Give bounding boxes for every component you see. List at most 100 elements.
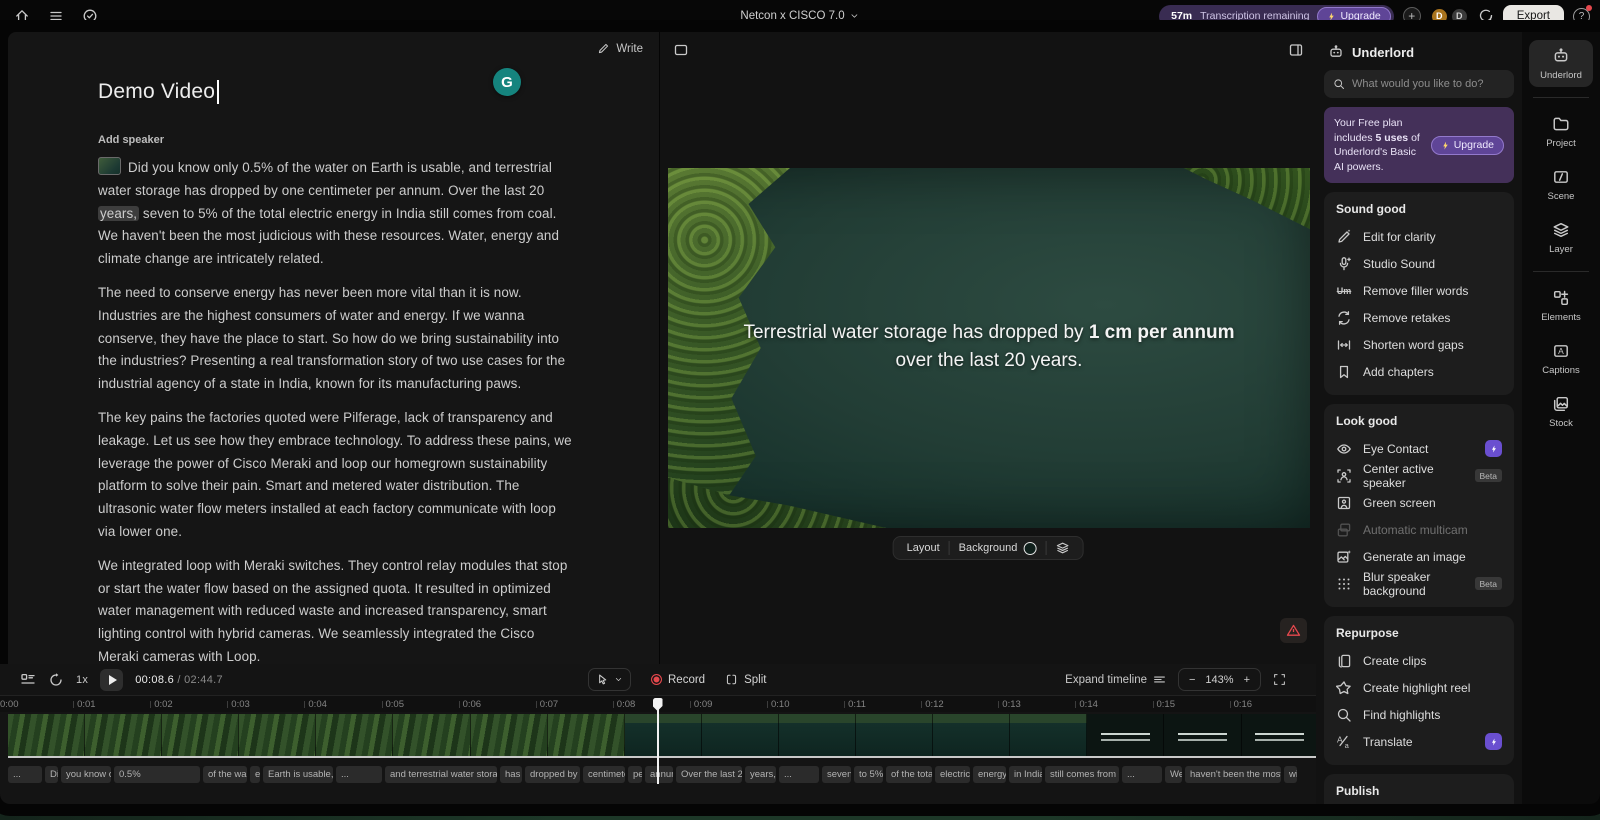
underlord-action-shorten-word-gaps[interactable]: Shorten word gaps <box>1336 331 1502 358</box>
avatar[interactable]: D <box>1429 6 1449 26</box>
word-chip[interactable]: and terrestrial water storage <box>385 766 497 783</box>
film-frame-forest[interactable] <box>8 714 86 756</box>
underlord-action-generate-an-image[interactable]: Generate an image <box>1336 543 1502 570</box>
word-chip[interactable]: energy <box>973 766 1006 783</box>
expand-timeline-button[interactable]: Expand timeline <box>1065 673 1166 686</box>
warning-button[interactable] <box>1280 618 1307 643</box>
timeline-tracks-icon[interactable] <box>20 672 36 688</box>
video-canvas[interactable]: Terrestrial water storage has dropped by… <box>668 168 1310 528</box>
zoom-in-button[interactable]: + <box>1244 674 1250 686</box>
word-chip[interactable]: Earth is usable, <box>263 766 333 783</box>
underlord-action-eye-contact[interactable]: Eye Contact <box>1336 435 1502 462</box>
word-chip[interactable]: years, <box>745 766 776 783</box>
rail-item-underlord[interactable]: Underlord <box>1529 40 1593 87</box>
word-chip[interactable]: ... <box>1122 766 1162 783</box>
underlord-search-input[interactable] <box>1352 78 1505 90</box>
word-chip[interactable]: you know o <box>61 766 111 783</box>
film-frame-forest[interactable] <box>393 714 471 756</box>
film-frame-water[interactable] <box>778 714 857 756</box>
composition-title[interactable]: Demo Video <box>98 80 572 104</box>
transcript-paragraph[interactable]: Did you know only 0.5% of the water on E… <box>98 157 572 271</box>
word-chip[interactable]: in India <box>1009 766 1042 783</box>
sync-status-icon[interactable] <box>82 8 98 24</box>
film-frame-water[interactable] <box>856 714 934 756</box>
underlord-action-add-chapters[interactable]: Add chapters <box>1336 358 1502 385</box>
playhead[interactable] <box>657 698 659 784</box>
underlord-action-translate[interactable]: Aa Translate <box>1336 728 1502 755</box>
write-button[interactable]: Write <box>597 42 643 55</box>
comments-icon[interactable] <box>1478 8 1494 24</box>
rail-item-elements[interactable]: Elements <box>1529 282 1593 329</box>
playback-speed[interactable]: 1x <box>76 674 88 686</box>
background-button[interactable]: Background <box>950 537 1046 559</box>
word-chip[interactable]: electric <box>935 766 970 783</box>
word-chip[interactable]: We <box>1165 766 1182 783</box>
collapse-panel-icon[interactable] <box>1288 42 1304 58</box>
fit-timeline-icon[interactable] <box>1273 673 1286 686</box>
add-speaker-label[interactable]: Add speaker <box>98 134 572 146</box>
film-frame-water[interactable] <box>624 714 702 756</box>
word-chip[interactable]: 0.5% <box>114 766 200 783</box>
rail-item-scene[interactable]: Scene <box>1529 161 1593 208</box>
underlord-action-remove-filler-words[interactable]: Um Remove filler words <box>1336 277 1502 304</box>
word-chip[interactable]: Di <box>45 766 58 783</box>
film-frame-forest[interactable] <box>162 714 240 756</box>
video-caption[interactable]: Terrestrial water storage has dropped by… <box>732 319 1246 375</box>
film-frame-forest[interactable] <box>239 714 317 756</box>
word-chip[interactable]: of the wa <box>203 766 247 783</box>
film-frame-forest[interactable] <box>470 714 548 756</box>
film-frame-forest[interactable] <box>316 714 394 756</box>
rail-item-captions[interactable]: A Captions <box>1529 335 1593 382</box>
film-frame-caption[interactable] <box>1087 714 1165 756</box>
underlord-action-find-highlights[interactable]: Find highlights <box>1336 701 1502 728</box>
invite-member-button[interactable]: + <box>1402 7 1421 25</box>
menu-icon[interactable] <box>48 8 64 24</box>
underlord-action-remove-retakes[interactable]: Remove retakes <box>1336 304 1502 331</box>
underlord-action-studio-sound[interactable]: Studio Sound <box>1336 250 1502 277</box>
word-chip[interactable]: wi <box>1284 766 1297 783</box>
rail-item-stock[interactable]: Stock <box>1529 388 1593 435</box>
play-button[interactable] <box>100 668 124 691</box>
underlord-action-center-active-speaker[interactable]: Center active speaker Beta <box>1336 462 1502 490</box>
word-chip[interactable]: dropped by o <box>525 766 580 783</box>
clip-thumbnail[interactable] <box>98 157 121 175</box>
word-chip[interactable]: e <box>250 766 260 783</box>
project-title-menu[interactable]: Netcon x CISCO 7.0 <box>740 10 859 22</box>
export-button[interactable]: Export <box>1502 5 1564 27</box>
word-chip[interactable]: ... <box>8 766 42 783</box>
record-button[interactable]: Record <box>651 674 705 686</box>
media-view-icon[interactable] <box>673 42 689 58</box>
transcript-paragraph[interactable]: The key pains the factories quoted were … <box>98 407 572 544</box>
home-icon[interactable] <box>14 8 30 24</box>
video-track[interactable] <box>8 714 1316 758</box>
zoom-out-button[interactable]: − <box>1189 674 1195 686</box>
word-chip[interactable]: haven't been the most jud <box>1185 766 1281 783</box>
film-frame-forest[interactable] <box>85 714 163 756</box>
layout-button[interactable]: Layout <box>898 537 949 559</box>
word-chip[interactable]: Over the last 20 <box>676 766 742 783</box>
word-chip[interactable]: ... <box>779 766 819 783</box>
word-chip[interactable]: to 5% <box>854 766 883 783</box>
rail-item-project[interactable]: Project <box>1529 108 1593 155</box>
word-chip[interactable]: centimete <box>583 766 625 783</box>
pointer-tool-dropdown[interactable] <box>588 668 631 691</box>
word-chip[interactable]: pe <box>628 766 642 783</box>
word-chip[interactable]: still comes from co <box>1045 766 1119 783</box>
split-button[interactable]: Split <box>725 673 766 686</box>
film-frame-forest[interactable] <box>547 714 625 756</box>
avatar[interactable]: D <box>1449 6 1469 26</box>
film-frame-caption[interactable] <box>1241 714 1316 756</box>
word-chip[interactable]: annum <box>645 766 673 783</box>
underlord-action-blur-speaker-background[interactable]: Blur speaker background Beta <box>1336 570 1502 598</box>
word-chip[interactable]: seven <box>822 766 851 783</box>
word-chip[interactable]: ... <box>336 766 382 783</box>
underlord-action-edit-for-clarity[interactable]: Edit for clarity <box>1336 223 1502 250</box>
film-frame-caption[interactable] <box>1164 714 1242 756</box>
rail-item-layer[interactable]: Layer <box>1529 214 1593 261</box>
word-chip[interactable]: has <box>500 766 522 783</box>
replay-icon[interactable] <box>48 672 64 688</box>
underlord-action-create-highlight-reel[interactable]: Create highlight reel <box>1336 674 1502 701</box>
underlord-search[interactable] <box>1324 70 1514 98</box>
layers-button[interactable] <box>1046 537 1078 559</box>
film-frame-water[interactable] <box>1010 714 1088 756</box>
